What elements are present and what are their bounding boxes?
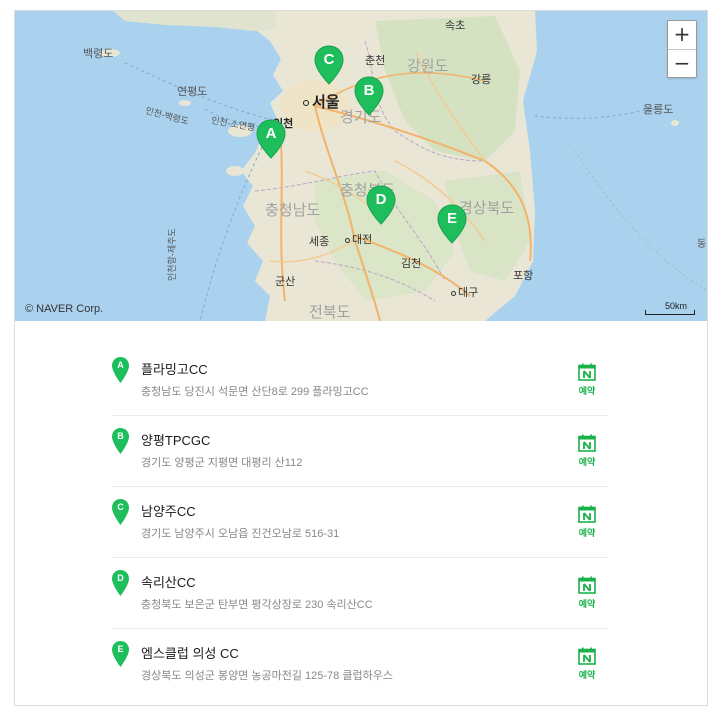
map-marker-b[interactable]: B	[354, 76, 384, 116]
city-dot-icon	[303, 100, 309, 107]
map-label-yeonpyeongdo: 연평도	[177, 86, 208, 98]
place-address: 충청북도 보은군 탄부면 평각상장로 230 속리산CC	[141, 599, 373, 611]
zoom-out-button[interactable]: −	[668, 49, 696, 77]
naver-booking-calendar-icon	[578, 434, 596, 452]
list-item[interactable]: A 플라밍고CC 충청남도 당진시 석문면 산단8로 299 플라밍고CC 예약	[111, 345, 609, 416]
map-background	[15, 11, 707, 321]
list-item[interactable]: D 속리산CC 충청북도 보은군 탄부면 평각상장로 230 속리산CC 예약	[111, 558, 609, 629]
booking-label: 예약	[578, 528, 596, 538]
list-pin-icon: D	[111, 569, 130, 597]
map-marker-d[interactable]: D	[366, 185, 396, 225]
map-label-daejeon-text: 대전	[352, 234, 373, 246]
map-label-dokdo: 동	[697, 239, 707, 250]
marker-letter: E	[446, 210, 457, 227]
booking-label: 예약	[578, 599, 596, 609]
map-scale-bar: 50km	[645, 301, 695, 315]
booking-button[interactable]: 예약	[577, 505, 597, 541]
place-list: A 플라밍고CC 충청남도 당진시 석문면 산단8로 299 플라밍고CC 예약…	[111, 345, 609, 700]
marker-letter: C	[323, 51, 335, 68]
map-label-gunsan: 군산	[275, 276, 296, 288]
map-marker-a[interactable]: A	[256, 119, 286, 159]
map-label-pohang: 포항	[513, 270, 534, 282]
naver-booking-calendar-icon	[578, 576, 596, 594]
map-label-sejong: 세종	[309, 236, 330, 248]
map-marker-e[interactable]: E	[437, 204, 467, 244]
map-label-baengnyeongdo: 백령도	[83, 48, 114, 60]
map-copyright: © NAVER Corp.	[25, 303, 104, 315]
naver-booking-calendar-icon	[578, 363, 596, 381]
scale-line	[645, 310, 695, 315]
pin-letter: A	[117, 360, 124, 370]
place-name[interactable]: 플라밍고CC	[141, 359, 208, 378]
map-label-ulleungdo: 울릉도	[643, 104, 674, 116]
list-pin-icon: B	[111, 427, 130, 455]
map-label-daegu-text: 대구	[458, 287, 479, 299]
pin-letter: E	[117, 644, 124, 654]
map-label-gangwondo: 강원도	[407, 58, 449, 75]
map-label-daejeon: 대전	[345, 231, 372, 247]
map-view[interactable]: 속초 백령도 춘천 강원도 강릉 연평도 서울 울릉도 인천-백령도 인천-소연…	[15, 11, 707, 321]
place-address: 충청남도 당진시 석문면 산단8로 299 플라밍고CC	[141, 386, 369, 398]
booking-label: 예약	[578, 457, 596, 467]
place-name[interactable]: 남양주CC	[141, 501, 196, 520]
pin-letter: D	[117, 573, 124, 583]
list-pin-icon: A	[111, 356, 130, 384]
naver-booking-calendar-icon	[578, 647, 596, 665]
place-name[interactable]: 양평TPCGC	[141, 430, 210, 449]
booking-button[interactable]: 예약	[577, 363, 597, 399]
map-label-chungnam: 충청남도	[265, 202, 321, 219]
list-item[interactable]: E 엠스클럽 의성 CC 경상북도 의성군 봉양면 농공마전길 125-78 클…	[111, 629, 609, 700]
place-name[interactable]: 속리산CC	[141, 572, 196, 591]
city-dot-icon	[451, 290, 456, 296]
map-label-jeonbuk: 전북도	[309, 304, 351, 321]
list-item[interactable]: B 양평TPCGC 경기도 양평군 지평면 대평리 산112 예약	[111, 416, 609, 487]
booking-button[interactable]: 예약	[577, 576, 597, 612]
marker-letter: B	[363, 82, 375, 99]
marker-letter: A	[265, 125, 277, 142]
map-label-route-jeju: 인천항-제주도	[167, 228, 177, 281]
pin-letter: C	[117, 502, 124, 512]
booking-label: 예약	[578, 386, 596, 396]
naver-booking-calendar-icon	[578, 505, 596, 523]
map-label-gimcheon: 김천	[401, 258, 422, 270]
booking-button[interactable]: 예약	[577, 647, 597, 683]
zoom-in-button[interactable]: +	[668, 21, 696, 49]
map-widget: 속초 백령도 춘천 강원도 강릉 연평도 서울 울릉도 인천-백령도 인천-소연…	[14, 10, 708, 706]
map-label-gangneung: 강릉	[471, 74, 492, 86]
marker-letter: D	[375, 191, 387, 208]
map-label-sokcho: 속초	[445, 20, 466, 32]
place-address: 경기도 양평군 지평면 대평리 산112	[141, 457, 303, 469]
map-label-chuncheon: 춘천	[365, 55, 386, 67]
map-label-daegu: 대구	[451, 284, 478, 300]
list-pin-icon: C	[111, 498, 130, 526]
list-item[interactable]: C 남양주CC 경기도 남양주시 오남읍 진건오남로 516-31 예약	[111, 487, 609, 558]
city-dot-icon	[345, 237, 350, 243]
zoom-control: + −	[667, 20, 697, 78]
map-label-seoul-text: 서울	[312, 94, 340, 111]
booking-label: 예약	[578, 670, 596, 680]
list-pin-icon: E	[111, 640, 130, 668]
map-label-seoul: 서울	[303, 91, 340, 112]
map-label-gyeongbuk: 경상북도	[459, 200, 515, 217]
pin-letter: B	[117, 431, 124, 441]
booking-button[interactable]: 예약	[577, 434, 597, 470]
place-name[interactable]: 엠스클럽 의성 CC	[141, 643, 239, 662]
map-marker-c[interactable]: C	[314, 45, 344, 85]
place-address: 경기도 남양주시 오남읍 진건오남로 516-31	[141, 528, 340, 540]
place-address: 경상북도 의성군 봉양면 농공마전길 125-78 클럽하우스	[141, 670, 393, 682]
